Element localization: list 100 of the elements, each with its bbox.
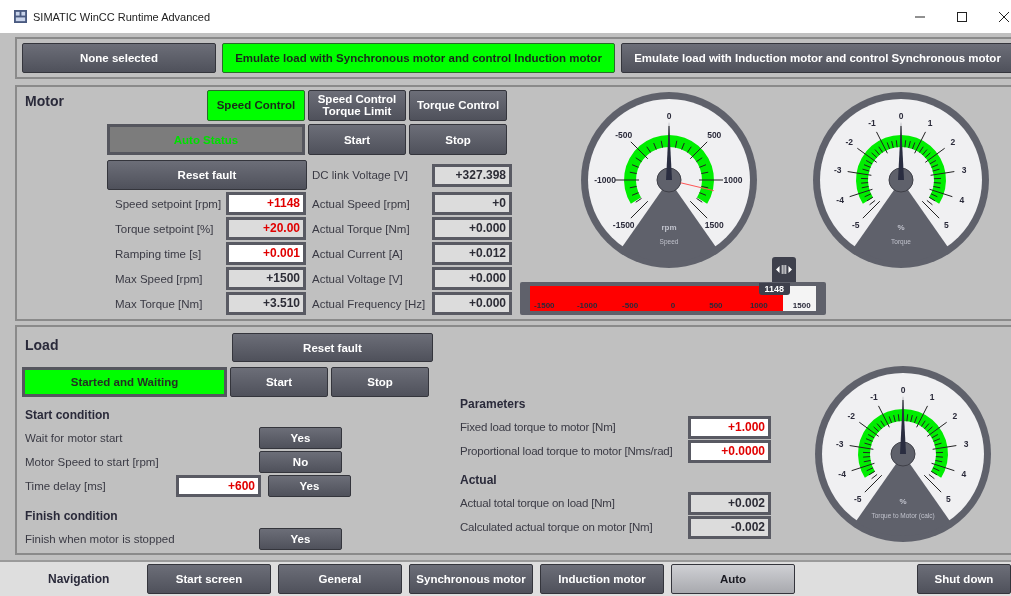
reset-fault-button[interactable]: Reset fault	[107, 160, 307, 190]
field-label: Actual Speed [rpm]	[311, 197, 411, 210]
scale-label: -1	[870, 392, 878, 402]
app-icon	[14, 10, 27, 23]
field-label: Actual Frequency [Hz]	[311, 297, 427, 310]
scale-label: -4	[836, 194, 844, 205]
field-label: Actual Current [A]	[311, 247, 404, 260]
scale-label: -2	[845, 137, 853, 148]
value-field: +0.000	[432, 292, 512, 315]
field-label: Fixed load torque to motor [Nm]	[460, 421, 617, 433]
shutdown-button[interactable]: Shut down	[917, 564, 1011, 594]
scale-label: -500	[615, 129, 633, 140]
input-field[interactable]: +600	[176, 475, 261, 497]
scale-label: 4	[961, 468, 967, 479]
input-field[interactable]: +1148	[226, 192, 306, 215]
section-heading: Finish condition	[24, 509, 119, 525]
gauge-unit: %	[899, 497, 907, 506]
value-field: -0.002	[688, 515, 771, 539]
toggle-button[interactable]: Yes	[259, 528, 342, 550]
scale-label: -2	[847, 411, 855, 422]
scale-label: -5	[853, 494, 862, 505]
scale-label: -1	[868, 118, 876, 128]
scale-label: 1500	[704, 220, 724, 231]
nav-button[interactable]: Auto	[671, 564, 795, 594]
scale-label: 1	[929, 392, 935, 402]
scale-label: -500	[621, 301, 640, 310]
panel-title: Load	[24, 336, 60, 353]
field-label: Max Speed [rpm]	[114, 272, 204, 285]
field-label: Torque setpoint [%]	[114, 222, 215, 235]
start-button[interactable]: Start	[308, 124, 406, 155]
value-field: +0.000	[432, 217, 512, 240]
scale-label: 1000	[748, 301, 769, 310]
scale-label: 0	[666, 111, 672, 121]
section-heading: Actual	[460, 473, 498, 489]
value-field: +0.000	[432, 267, 512, 290]
scale-label: 1	[927, 118, 933, 128]
toggle-button[interactable]: No	[259, 451, 342, 473]
condition-label: Wait for motor start	[25, 432, 124, 444]
input-field[interactable]: +1.000	[688, 415, 771, 439]
field-label: Calculated actual torque on motor [Nm]	[460, 521, 654, 533]
input-field[interactable]: +0.0000	[688, 439, 771, 463]
maximize-icon[interactable]	[957, 11, 967, 22]
value-field: +0.002	[688, 491, 771, 515]
scale-label: 3	[963, 439, 969, 449]
nav-button[interactable]: Induction motor	[540, 564, 664, 594]
toggle-button[interactable]: Yes	[268, 475, 351, 497]
nav-button[interactable]: Start screen	[147, 564, 271, 594]
condition-label: Time delay [ms]	[25, 480, 107, 492]
field-label: DC link Voltage [V]	[311, 169, 409, 181]
control-mode-button[interactable]: Speed Control	[207, 89, 305, 121]
field-label: Actual Voltage [V]	[311, 272, 404, 285]
value-field: +0.012	[432, 242, 512, 265]
input-field[interactable]: +0.001	[226, 242, 306, 265]
start-button[interactable]: Start	[230, 367, 328, 397]
scale-label: 1500	[791, 301, 812, 310]
navigation-label: Navigation	[48, 572, 111, 586]
value-field: +3.510	[226, 292, 306, 315]
mode-button[interactable]: None selected	[22, 43, 216, 73]
scale-label: -1500	[533, 301, 556, 310]
scale-label: 500	[708, 301, 724, 310]
nav-button[interactable]: Synchronous motor	[409, 564, 533, 594]
scale-label: -1000	[594, 175, 616, 185]
scale-label: -4	[838, 468, 846, 479]
panel-title: Motor	[25, 92, 65, 109]
close-icon[interactable]	[999, 11, 1009, 22]
gauge-unit: %	[897, 223, 905, 232]
setpoint-marker	[680, 182, 715, 192]
reset-fault-button[interactable]: Reset fault	[232, 333, 433, 362]
value-field: +327.398	[432, 163, 512, 187]
field-label: Actual Torque [Nm]	[311, 222, 411, 235]
section-heading: Start condition	[24, 408, 111, 424]
scale-label: 2	[952, 411, 958, 422]
condition-label: Finish when motor is stopped	[25, 533, 176, 545]
control-mode-button[interactable]: Torque Control	[409, 89, 507, 121]
stop-button[interactable]: Stop	[331, 367, 429, 397]
control-mode-button[interactable]: Speed Control Torque Limit	[308, 89, 406, 121]
value-field: +1500	[226, 267, 306, 290]
scale-label: 4	[959, 194, 965, 205]
scale-label: -3	[834, 165, 842, 175]
field-label: Proportional load torque to motor [Nms/rad]	[460, 445, 674, 457]
gauge-unit: rpm	[661, 223, 677, 232]
stop-button[interactable]: Stop	[409, 124, 507, 155]
scale-label: 0	[900, 385, 906, 395]
section-heading: Parameters	[460, 397, 527, 413]
mode-button[interactable]: Emulate load with Synchronous motor and control Induction motor	[222, 43, 615, 73]
value-field: +0	[432, 192, 512, 215]
condition-label: Motor Speed to start [rpm]	[25, 456, 160, 468]
value-field: +20.00	[226, 217, 306, 240]
scale-label: -1500	[612, 220, 635, 231]
slider-handle[interactable]	[771, 257, 796, 282]
scale-label: -3	[836, 439, 844, 449]
window-title: SIMATIC WinCC Runtime Advanced	[33, 10, 211, 23]
scale-label: -5	[851, 220, 860, 231]
scale-label: 2	[950, 137, 956, 148]
field-label: Max Torque [Nm]	[114, 297, 204, 310]
nav-button[interactable]: General	[278, 564, 402, 594]
scale-label: 0	[669, 301, 677, 310]
mode-button[interactable]: Emulate load with Induction motor and control Synchronous motor	[621, 43, 1011, 73]
toggle-button[interactable]: Yes	[259, 427, 342, 449]
status-indicator: Started and Waiting	[22, 367, 227, 397]
